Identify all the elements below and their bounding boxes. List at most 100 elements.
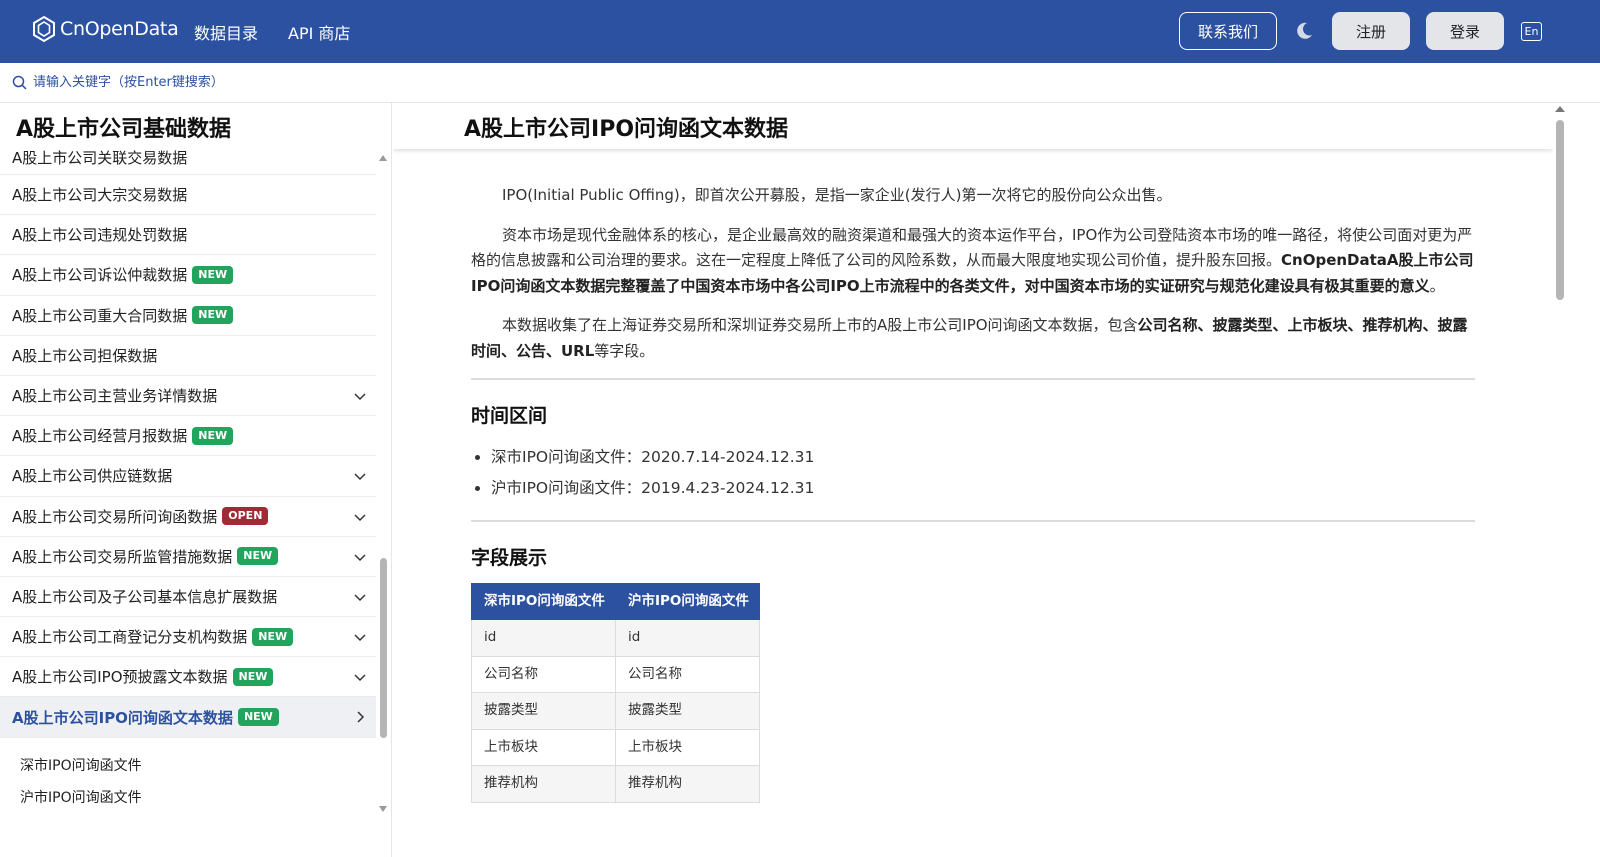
sidebar-item[interactable]: A股上市公司供应链数据 [0, 456, 376, 497]
table-cell: 披露类型 [615, 692, 760, 730]
logo[interactable]: CnOpenData [32, 15, 179, 43]
table-row: id id [471, 619, 760, 657]
sidebar-item[interactable]: A股上市公司大宗交易数据 [0, 175, 376, 216]
page-title: A股上市公司IPO问询函文本数据 [464, 117, 789, 142]
intro-text: IPO(Initial Public Offing)，即首次公开募股，是指一家企… [502, 186, 1172, 204]
table-cell: 上市板块 [615, 728, 760, 766]
sidebar-item-label: A股上市公司担保数据 [12, 346, 158, 365]
table-cell: 推荐机构 [471, 765, 616, 803]
chevron-down-icon[interactable] [354, 551, 366, 563]
chevron-down-icon[interactable] [354, 390, 366, 402]
moon-icon[interactable] [1293, 20, 1315, 42]
search-icon [12, 75, 27, 90]
chevron-down-icon[interactable] [354, 511, 366, 523]
sidebar-item-label: A股上市公司交易所监管措施数据 [12, 547, 233, 566]
sidebar-scrollbar-thumb[interactable] [380, 558, 387, 738]
sidebar-item[interactable]: A股上市公司担保数据 [0, 336, 376, 376]
table-header-cell: 深市IPO问询函文件 [471, 583, 616, 620]
chevron-down-icon[interactable] [354, 631, 366, 643]
page-scroll-up[interactable] [1555, 106, 1565, 112]
status-badge: NEW [192, 426, 234, 445]
section-fields-heading: 字段展示 [471, 546, 548, 569]
status-badge: NEW [252, 627, 294, 646]
sidebar-sub-list: 深市IPO问询函文件 沪市IPO问询函文件 [0, 749, 376, 813]
sidebar-item[interactable]: A股上市公司违规处罚数据 [0, 215, 376, 256]
sidebar-item-label: A股上市公司IPO预披露文本数据 [12, 668, 228, 687]
divider [471, 519, 1475, 522]
section-time-heading: 时间区间 [471, 405, 548, 427]
hexagon-logo-icon [33, 15, 55, 43]
main-content: A股上市公司IPO问询函文本数据 IPO(Initial Public Offi… [393, 103, 1553, 857]
table-cell: 上市板块 [471, 728, 616, 766]
coverage-paragraph: 本数据收集了在上海证券交易所和深圳证券交易所上市的A股上市公司IPO问询函文本数… [471, 313, 1475, 364]
sidebar-item[interactable]: A股上市公司主营业务详情数据 [0, 376, 376, 417]
sidebar-item-label: A股上市公司违规处罚数据 [12, 226, 188, 245]
chevron-down-icon[interactable] [354, 671, 366, 683]
fields-table: 深市IPO问询函文件 沪市IPO问询函文件 id id 公司名称 公司名称 披露类型 披露… [471, 583, 760, 803]
sidebar-item-label: A股上市公司大宗交易数据 [12, 186, 188, 205]
page-scrollbar-thumb[interactable] [1556, 120, 1564, 300]
top-navbar: CnOpenData 数据目录 API 商店 联系我们 注册 登录 En [0, 0, 1600, 63]
sidebar-item[interactable]: A股上市公司重大合同数据 NEW [0, 296, 376, 336]
sidebar-subitem-sz[interactable]: 深市IPO问询函文件 [0, 749, 376, 781]
sidebar-item-label: A股上市公司重大合同数据 [12, 306, 188, 325]
sidebar-item-label: A股上市公司诉讼仲裁数据 [12, 266, 188, 285]
sidebar-item[interactable]: A股上市公司IPO问询函文本数据 NEW [0, 697, 376, 738]
status-badge: NEW [192, 265, 234, 284]
table-cell: 推荐机构 [615, 765, 760, 803]
sidebar-item-label: A股上市公司主营业务详情数据 [12, 387, 218, 406]
sidebar-list: A股上市公司关联交易数据 A股上市公司大宗交易数据 A股上市公司违规处罚数据 A股上市… [0, 135, 376, 738]
table-header-cell: 沪市IPO问询函文件 [615, 583, 760, 620]
table-header-row: 深市IPO问询函文件 沪市IPO问询函文件 [471, 583, 760, 620]
sidebar-item-label: A股上市公司交易所问询函数据 [12, 507, 218, 526]
sidebar-item[interactable]: A股上市公司工商登记分支机构数据 NEW [0, 617, 376, 658]
contact-us-button[interactable]: 联系我们 [1179, 12, 1277, 50]
search-input[interactable] [33, 75, 433, 90]
sidebar-scroll-down[interactable] [379, 806, 387, 812]
status-badge: OPEN [222, 507, 269, 526]
table-cell: 公司名称 [471, 655, 616, 693]
sidebar-item[interactable]: A股上市公司交易所问询函数据 OPEN [0, 497, 376, 537]
language-toggle[interactable]: En [1521, 22, 1542, 41]
table-cell: id [471, 619, 616, 657]
table-row: 上市板块 上市板块 [471, 728, 760, 766]
sidebar-item-label: A股上市公司供应链数据 [12, 467, 173, 486]
sidebar-item[interactable]: A股上市公司及子公司基本信息扩展数据 [0, 577, 376, 618]
table-row: 推荐机构 推荐机构 [471, 765, 760, 803]
chevron-right-icon[interactable] [354, 711, 366, 723]
status-badge: NEW [232, 667, 274, 686]
coverage-text-end: 等字段。 [594, 341, 655, 360]
nav-api-store[interactable]: API 商店 [288, 20, 350, 44]
login-button[interactable]: 登录 [1426, 12, 1504, 50]
sidebar-item-label: A股上市公司关联交易数据 [12, 149, 188, 167]
sidebar-scroll-up[interactable] [379, 155, 387, 161]
sidebar-item[interactable]: A股上市公司IPO预披露文本数据 NEW [0, 657, 376, 698]
article: IPO(Initial Public Offing)，即首次公开募股，是指一家企… [471, 183, 1475, 803]
coverage-text: 本数据收集了在上海证券交易所和深圳证券交易所上市的A股上市公司IPO问询函文本数… [502, 316, 1138, 334]
sidebar-item[interactable]: A股上市公司经营月报数据 NEW [0, 416, 376, 457]
sidebar-item[interactable]: A股上市公司交易所监管措施数据 NEW [0, 537, 376, 577]
table-cell: 公司名称 [615, 655, 760, 693]
status-badge: NEW [192, 306, 234, 325]
sidebar-item-label: A股上市公司经营月报数据 [12, 427, 188, 446]
market-text-end: 。 [1429, 276, 1445, 295]
sidebar: A股上市公司基础数据 A股上市公司关联交易数据 A股上市公司大宗交易数据 A股上市公… [0, 103, 392, 857]
time-range-item: 沪市IPO问询函文件：2019.4.23-2024.12.31 [491, 473, 1475, 504]
sidebar-subitem-sh[interactable]: 沪市IPO问询函文件 [0, 781, 376, 813]
sidebar-item-label: A股上市公司IPO问询函文本数据 [12, 708, 233, 727]
sidebar-item-label: A股上市公司工商登记分支机构数据 [12, 628, 248, 647]
market-paragraph: 资本市场是现代金融体系的核心，是企业最高效的融资渠道和最强大的资本运作平台，IP… [471, 223, 1475, 300]
nav-data-catalog[interactable]: 数据目录 [194, 20, 258, 44]
register-button[interactable]: 注册 [1332, 12, 1410, 50]
chevron-down-icon[interactable] [354, 591, 366, 603]
time-range-item: 深市IPO问询函文件：2020.7.14-2024.12.31 [491, 442, 1475, 473]
time-range-list: 深市IPO问询函文件：2020.7.14-2024.12.31 沪市IPO问询函… [471, 442, 1475, 504]
sidebar-item[interactable]: A股上市公司关联交易数据 [0, 135, 376, 175]
chevron-down-icon[interactable] [354, 470, 366, 482]
status-badge: NEW [237, 547, 279, 566]
status-badge: NEW [237, 708, 279, 727]
table-cell: id [615, 619, 760, 657]
table-row: 披露类型 披露类型 [471, 692, 760, 730]
sidebar-item[interactable]: A股上市公司诉讼仲裁数据 NEW [0, 255, 376, 296]
divider [471, 378, 1475, 380]
